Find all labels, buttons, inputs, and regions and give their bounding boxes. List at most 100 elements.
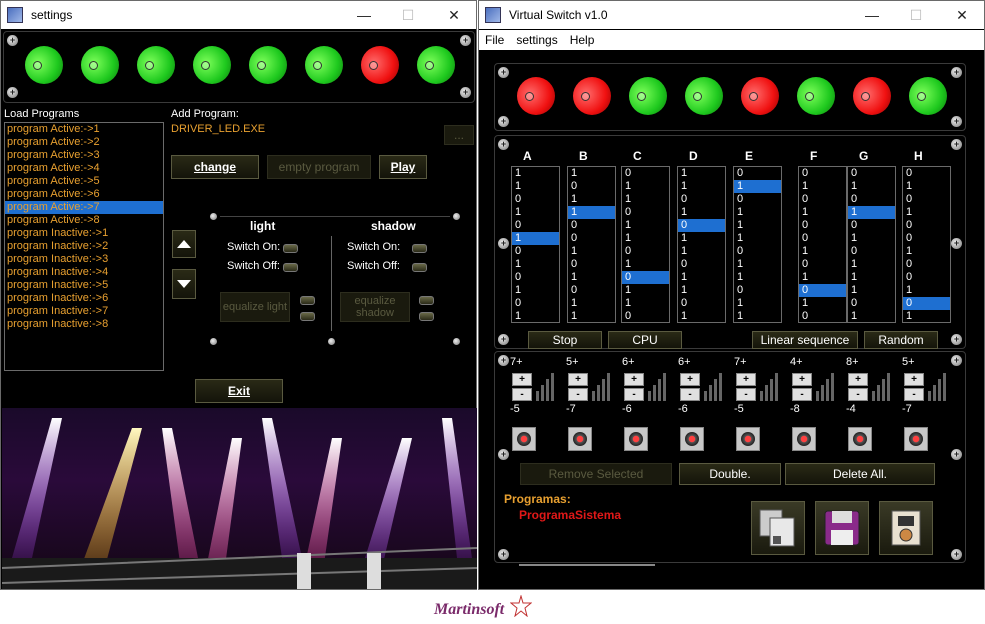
bit-cell[interactable]: 0: [903, 232, 950, 245]
bit-cell[interactable]: 1: [678, 271, 725, 284]
bit-cell[interactable]: 0: [799, 232, 846, 245]
minus-button[interactable]: -: [904, 388, 924, 401]
bit-cell[interactable]: 0: [568, 219, 615, 232]
bit-cell[interactable]: 1: [848, 310, 895, 322]
bit-cell[interactable]: 0: [799, 284, 846, 297]
bit-cell[interactable]: 1: [622, 297, 669, 310]
minus-button[interactable]: -: [792, 388, 812, 401]
bit-cell[interactable]: 1: [512, 284, 559, 297]
program-list-item[interactable]: program Active:->4: [5, 162, 163, 175]
empty-program-button[interactable]: empty program: [267, 155, 371, 179]
menu-settings[interactable]: settings: [510, 33, 563, 47]
bit-cell[interactable]: 1: [568, 310, 615, 322]
equalize-light-toggle-2[interactable]: [300, 312, 315, 321]
bit-cell[interactable]: 1: [734, 180, 781, 193]
bit-cell[interactable]: 1: [622, 284, 669, 297]
bit-cell[interactable]: 1: [848, 284, 895, 297]
bit-cell[interactable]: 1: [568, 206, 615, 219]
bit-cell[interactable]: 1: [734, 310, 781, 322]
bit-column[interactable]: 101100101011: [567, 166, 616, 323]
program-list-item[interactable]: program Inactive:->7: [5, 305, 163, 318]
bit-column[interactable]: 110101101101: [677, 166, 726, 323]
program-list-item[interactable]: program Active:->8: [5, 214, 163, 227]
bit-cell[interactable]: 0: [622, 271, 669, 284]
bit-cell[interactable]: 0: [799, 167, 846, 180]
bit-cell[interactable]: 0: [848, 245, 895, 258]
bit-cell[interactable]: 1: [848, 206, 895, 219]
bit-cell[interactable]: 0: [622, 310, 669, 322]
bit-cell[interactable]: 0: [678, 258, 725, 271]
bit-cell[interactable]: 0: [734, 284, 781, 297]
change-button[interactable]: change: [171, 155, 259, 179]
bit-column[interactable]: 011011010110: [621, 166, 670, 323]
random-button[interactable]: Random: [864, 331, 938, 349]
delete-all-button[interactable]: Delete All.: [785, 463, 935, 485]
bit-cell[interactable]: 0: [903, 167, 950, 180]
bit-cell[interactable]: 0: [799, 310, 846, 322]
bit-cell[interactable]: 0: [622, 206, 669, 219]
bit-cell[interactable]: 1: [568, 193, 615, 206]
bit-cell[interactable]: 0: [512, 193, 559, 206]
bit-cell[interactable]: 0: [734, 245, 781, 258]
plus-button[interactable]: +: [624, 373, 644, 386]
bit-cell[interactable]: 1: [903, 206, 950, 219]
bit-cell[interactable]: 0: [848, 219, 895, 232]
bit-cell[interactable]: 0: [903, 193, 950, 206]
double-button[interactable]: Double.: [679, 463, 781, 485]
bit-cell[interactable]: 1: [568, 245, 615, 258]
bit-cell[interactable]: 1: [848, 180, 895, 193]
browse-button[interactable]: ...: [444, 125, 474, 145]
exit-button[interactable]: Exit: [195, 379, 283, 403]
stop-button[interactable]: Stop: [528, 331, 602, 349]
bit-cell[interactable]: 0: [512, 297, 559, 310]
linear-sequence-button[interactable]: Linear sequence: [752, 331, 858, 349]
plus-button[interactable]: +: [568, 373, 588, 386]
bit-cell[interactable]: 1: [622, 219, 669, 232]
bit-cell[interactable]: 1: [622, 258, 669, 271]
maximize-icon[interactable]: ☐: [893, 1, 939, 29]
program-list-item[interactable]: program Inactive:->3: [5, 253, 163, 266]
bit-cell[interactable]: 1: [678, 167, 725, 180]
plus-button[interactable]: +: [512, 373, 532, 386]
bit-cell[interactable]: 0: [622, 167, 669, 180]
light-switch-off-toggle[interactable]: [283, 263, 298, 272]
bit-cell[interactable]: 1: [799, 180, 846, 193]
bit-cell[interactable]: 0: [799, 219, 846, 232]
plus-button[interactable]: +: [792, 373, 812, 386]
bit-cell[interactable]: 1: [799, 297, 846, 310]
bit-column[interactable]: 010111011011: [733, 166, 782, 323]
channel-knob[interactable]: [904, 427, 928, 451]
channel-knob[interactable]: [792, 427, 816, 451]
bit-cell[interactable]: 1: [512, 232, 559, 245]
channel-knob[interactable]: [848, 427, 872, 451]
plus-button[interactable]: +: [680, 373, 700, 386]
bit-cell[interactable]: 0: [512, 219, 559, 232]
bit-cell[interactable]: 1: [678, 180, 725, 193]
bit-cell[interactable]: 1: [903, 180, 950, 193]
bit-cell[interactable]: 1: [512, 180, 559, 193]
move-up-button[interactable]: [172, 230, 196, 258]
equalize-light-toggle-1[interactable]: [300, 296, 315, 305]
menu-help[interactable]: Help: [564, 33, 601, 47]
bit-cell[interactable]: 0: [903, 258, 950, 271]
program-list-item[interactable]: program Inactive:->5: [5, 279, 163, 292]
equalize-shadow-toggle-1[interactable]: [419, 296, 434, 305]
minus-button[interactable]: -: [624, 388, 644, 401]
bit-cell[interactable]: 1: [734, 206, 781, 219]
bit-cell[interactable]: 0: [568, 258, 615, 271]
bit-cell[interactable]: 0: [799, 258, 846, 271]
bit-column[interactable]: 010101011101: [847, 166, 896, 323]
bit-cell[interactable]: 1: [678, 232, 725, 245]
bit-cell[interactable]: 1: [848, 258, 895, 271]
channel-knob[interactable]: [624, 427, 648, 451]
channel-knob[interactable]: [736, 427, 760, 451]
bit-column[interactable]: 010100101010: [798, 166, 847, 323]
bit-column[interactable]: 010100100101: [902, 166, 951, 323]
bit-cell[interactable]: 1: [678, 206, 725, 219]
light-switch-on-toggle[interactable]: [283, 244, 298, 253]
equalize-light-button[interactable]: equalize light: [220, 292, 290, 322]
program-list-item[interactable]: program Active:->6: [5, 188, 163, 201]
bit-cell[interactable]: 1: [734, 297, 781, 310]
bit-cell[interactable]: 0: [734, 167, 781, 180]
program-list-item[interactable]: program Active:->1: [5, 123, 163, 136]
